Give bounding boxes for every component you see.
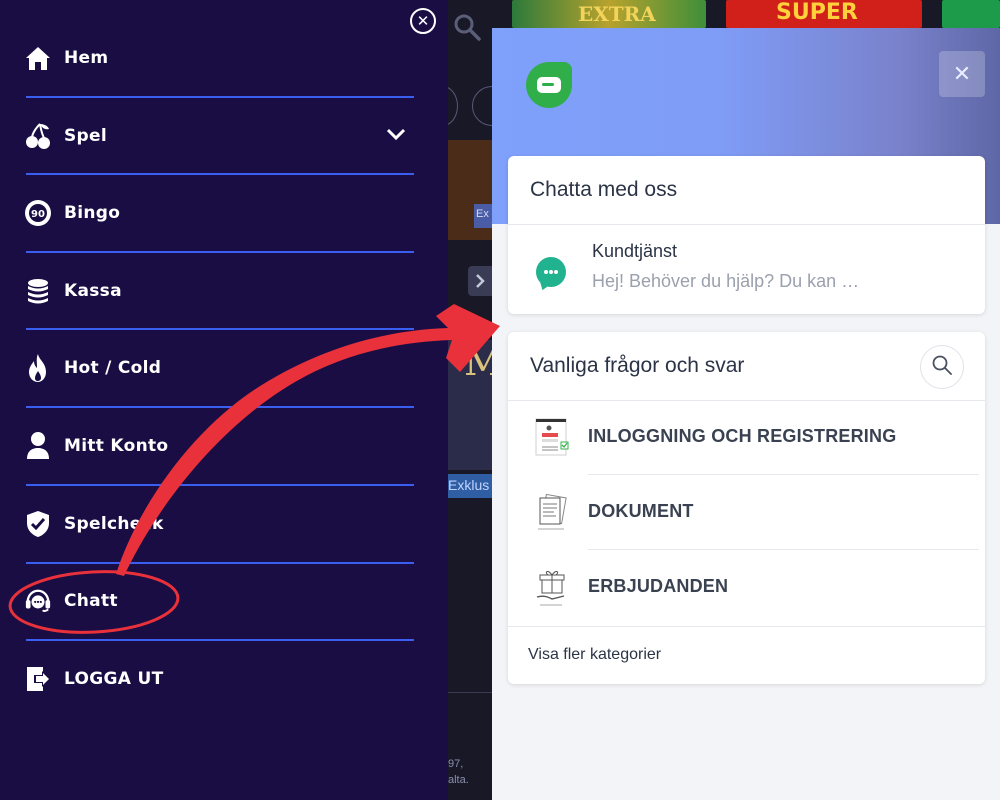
search-icon[interactable] bbox=[452, 12, 482, 46]
menu-item-label: Chatt bbox=[64, 591, 118, 611]
faq-category-login[interactable]: INLOGGNING OCH REGISTRERING bbox=[508, 401, 985, 475]
show-more-categories-link[interactable]: Visa fler kategorier bbox=[528, 646, 661, 664]
chat-card-title: Chatta med oss bbox=[530, 178, 678, 201]
game-badge: Ex bbox=[474, 204, 492, 228]
cherry-icon bbox=[24, 122, 52, 150]
divider bbox=[588, 474, 979, 475]
menu-item-hot-cold[interactable]: Hot / Cold bbox=[24, 338, 414, 398]
game-tile-super[interactable]: SUPER bbox=[726, 0, 922, 28]
faq-category-label: ERBJUDANDEN bbox=[588, 576, 729, 596]
footer-text: alta. bbox=[448, 774, 469, 786]
close-icon: ✕ bbox=[952, 61, 972, 87]
faq-search-button[interactable] bbox=[920, 345, 964, 389]
menu-item-label: Hem bbox=[64, 48, 109, 68]
menu-item-my-account[interactable]: Mitt Konto bbox=[24, 416, 414, 476]
login-registration-icon bbox=[534, 417, 570, 459]
faq-category-label: DOKUMENT bbox=[588, 501, 694, 521]
menu-item-home[interactable]: Hem bbox=[24, 28, 414, 88]
faq-card: Vanliga frågor och svar INLOGGNING OCH R… bbox=[508, 332, 985, 684]
chat-logo-icon bbox=[526, 62, 572, 108]
conversation-preview: Hej! Behöver du hjälp? Du kan … bbox=[592, 271, 860, 291]
bingo-ball-icon: 90 bbox=[24, 199, 52, 227]
user-icon bbox=[24, 432, 52, 460]
chevron-down-icon[interactable] bbox=[386, 126, 406, 145]
chat-bubble-icon bbox=[536, 257, 566, 287]
menu-item-cashier[interactable]: Kassa bbox=[24, 261, 414, 321]
menu-item-label: Mitt Konto bbox=[64, 436, 169, 456]
divider bbox=[588, 549, 979, 550]
conversation-name: Kundtjänst bbox=[592, 241, 678, 261]
screen: EXTRA SUPER Ex M Exklus 97, alta. ✕ Hem … bbox=[0, 0, 1000, 800]
menu-divider bbox=[26, 562, 414, 564]
chevron-right-icon[interactable] bbox=[468, 266, 492, 296]
flame-icon bbox=[24, 354, 52, 382]
document-icon bbox=[534, 492, 570, 534]
menu-divider bbox=[26, 96, 414, 98]
menu-item-label: Spelcheck bbox=[64, 514, 164, 534]
close-panel-button[interactable]: ✕ bbox=[939, 51, 985, 97]
game-tile-text: SUPER bbox=[776, 0, 858, 25]
gift-icon bbox=[534, 567, 570, 609]
chat-widget-panel: ✕ Chatta med oss Kundtjänst Hej! Behöver… bbox=[492, 28, 1000, 800]
game-tile-text: EXTRA bbox=[578, 2, 656, 26]
side-menu: ✕ Hem Spel 90 Bingo Kassa Hot / Cold Mit… bbox=[0, 0, 448, 800]
game-tile-extra[interactable]: EXTRA bbox=[512, 0, 706, 28]
menu-item-label: Spel bbox=[64, 126, 107, 146]
logout-icon bbox=[24, 665, 52, 693]
close-icon: ✕ bbox=[416, 12, 430, 30]
menu-item-label: LOGGA UT bbox=[64, 669, 164, 689]
faq-category-offers[interactable]: ERBJUDANDEN bbox=[508, 551, 985, 625]
coins-icon bbox=[24, 277, 52, 305]
menu-item-games[interactable]: Spel bbox=[24, 106, 414, 166]
menu-divider bbox=[26, 328, 414, 330]
svg-text:90: 90 bbox=[31, 209, 45, 220]
game-tile-gold[interactable]: M bbox=[448, 340, 503, 470]
exclusive-badge: Exklus bbox=[448, 474, 492, 498]
menu-item-label: Bingo bbox=[64, 203, 121, 223]
headset-icon bbox=[24, 587, 52, 615]
footer-rule bbox=[448, 692, 492, 693]
home-icon bbox=[24, 44, 52, 72]
faq-card-title: Vanliga frågor och svar bbox=[530, 354, 745, 377]
menu-item-bingo[interactable]: 90 Bingo bbox=[24, 183, 414, 243]
menu-divider bbox=[26, 251, 414, 253]
chat-card: Chatta med oss Kundtjänst Hej! Behöver d… bbox=[508, 156, 985, 314]
game-tile-partial[interactable] bbox=[942, 0, 1000, 28]
menu-item-logout[interactable]: LOGGA UT bbox=[24, 649, 414, 709]
conversation-item[interactable]: Kundtjänst Hej! Behöver du hjälp? Du kan… bbox=[508, 225, 985, 314]
menu-item-game-check[interactable]: Spelcheck bbox=[24, 494, 414, 554]
search-icon bbox=[932, 355, 952, 379]
footer-text: 97, bbox=[448, 758, 464, 770]
shield-check-icon bbox=[24, 510, 52, 538]
menu-divider bbox=[26, 639, 414, 641]
menu-divider bbox=[26, 173, 414, 175]
faq-category-label: INLOGGNING OCH REGISTRERING bbox=[588, 426, 897, 446]
menu-item-label: Hot / Cold bbox=[64, 358, 162, 378]
faq-category-documents[interactable]: DOKUMENT bbox=[508, 476, 985, 550]
menu-item-chat[interactable]: Chatt bbox=[24, 571, 414, 631]
divider bbox=[508, 626, 985, 627]
menu-divider bbox=[26, 406, 414, 408]
menu-item-label: Kassa bbox=[64, 281, 122, 301]
menu-divider bbox=[26, 484, 414, 486]
